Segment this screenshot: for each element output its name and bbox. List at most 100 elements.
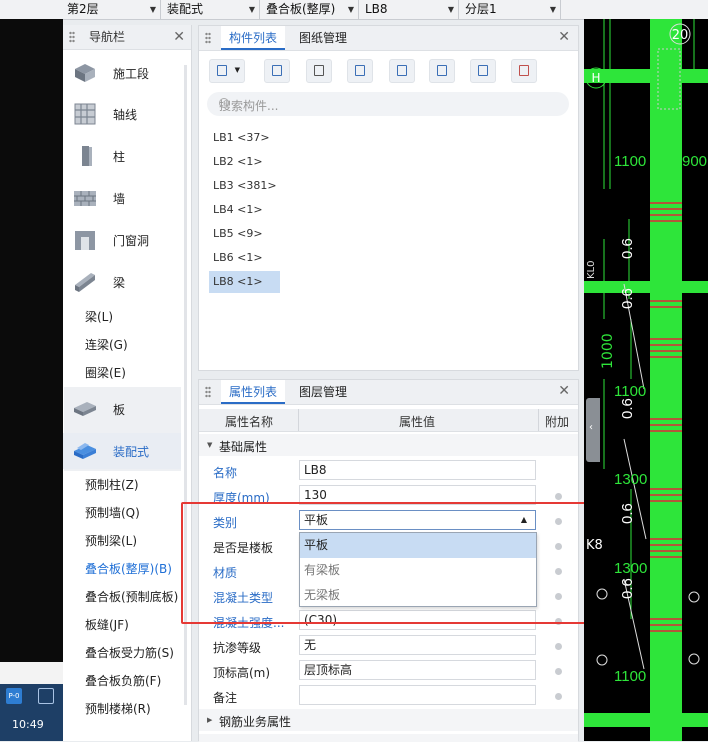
extra-checkbox[interactable]: [555, 493, 562, 500]
drag-grip-icon[interactable]: [205, 32, 211, 44]
slab-icon: [74, 402, 96, 416]
nav-subitem-prefab-wall[interactable]: 预制墙(Q): [85, 502, 140, 524]
group-basic-properties[interactable]: ▼ 基础属性: [199, 434, 578, 456]
component-type-select[interactable]: 叠合板(整厚) ▼: [262, 0, 359, 19]
close-icon[interactable]: ✕: [558, 29, 570, 45]
property-name: 备注: [213, 691, 238, 705]
nav-subitem-slab-negative-rebar[interactable]: 叠合板负筋(F): [85, 670, 161, 692]
drag-grip-icon[interactable]: [69, 31, 75, 43]
grid-label-20: 20: [672, 28, 689, 43]
filter-button[interactable]: [389, 59, 415, 83]
app-taskbar-label: P-0: [8, 692, 20, 700]
category-select-value: 装配式: [167, 2, 204, 16]
tab-component-list[interactable]: 构件列表: [221, 26, 286, 50]
list-item[interactable]: LB2 <1>: [209, 151, 267, 173]
properties-button[interactable]: [470, 59, 496, 83]
chevron-down-icon: ▼: [549, 5, 556, 14]
nav-item-label: 柱: [113, 150, 126, 164]
delete-button[interactable]: [306, 59, 332, 83]
layer-copy-button[interactable]: [347, 59, 373, 83]
list-item[interactable]: LB5 <9>: [209, 223, 267, 245]
column-divider: [298, 409, 299, 431]
dim-label-vertical: 0.6: [619, 288, 636, 309]
app-taskbar-icon[interactable]: P-0: [6, 688, 22, 704]
panel-collapse-handle[interactable]: ‹: [586, 398, 600, 462]
nav-item-column[interactable]: 柱: [63, 138, 181, 174]
nav-item-label: 板: [113, 403, 126, 417]
nav-subitem-prefab-stair[interactable]: 预制楼梯(R): [85, 698, 151, 720]
property-value-input[interactable]: 层顶标高: [299, 660, 536, 680]
floor-select[interactable]: 第2层 ▼: [63, 0, 161, 19]
construction-section-icon: [75, 64, 95, 82]
cad-drawing-canvas[interactable]: H 20 1100 900 1100 1300 1300 1100 0.6 0.…: [584, 19, 708, 741]
new-component-button[interactable]: ▼: [209, 59, 245, 83]
property-table-header: 属性名称 属性值 附加: [199, 409, 578, 432]
list-item[interactable]: LB3 <381>: [209, 175, 281, 197]
nav-subitem-composite-slab-full[interactable]: 叠合板(整厚)(B): [85, 558, 172, 580]
category-select[interactable]: 装配式 ▼: [163, 0, 260, 19]
component-select-value: LB8: [365, 2, 388, 16]
header-extra: 附加: [545, 415, 570, 429]
nav-item-axis[interactable]: 轴线: [63, 96, 181, 132]
nav-item-door-window[interactable]: 门窗洞: [63, 222, 181, 258]
component-type-select-value: 叠合板(整厚): [266, 2, 336, 16]
search-input[interactable]: 搜索构件...: [207, 92, 569, 116]
close-icon[interactable]: ✕: [558, 383, 570, 399]
nav-subitem-composite-slab-precast[interactable]: 叠合板(预制底板): [85, 586, 189, 608]
copy-button[interactable]: [264, 59, 290, 83]
component-select[interactable]: LB8 ▼: [361, 0, 459, 19]
highlight-annotation-box: [181, 502, 587, 624]
nav-subitem-beam[interactable]: 梁(L): [85, 306, 113, 328]
list-item[interactable]: LB1 <37>: [209, 127, 274, 149]
nav-subitem-prefab-column[interactable]: 预制柱(Z): [85, 474, 139, 496]
chevron-down-icon: ▼: [447, 5, 454, 14]
export-button[interactable]: [429, 59, 455, 83]
settings-button[interactable]: [511, 59, 537, 83]
group-rebar-properties[interactable]: ▶ 钢筋业务属性: [199, 709, 578, 731]
export-icon: [437, 65, 447, 76]
nav-subitem-slab-joint[interactable]: 板缝(JF): [85, 614, 129, 636]
list-icon: [478, 65, 488, 76]
tab-drawing-management[interactable]: 图纸管理: [291, 26, 355, 50]
dim-label: 1100: [614, 668, 646, 685]
layer-select[interactable]: 分层1 ▼: [461, 0, 561, 19]
nav-item-construction-section[interactable]: 施工段: [63, 55, 181, 91]
nav-item-beam[interactable]: 梁: [63, 264, 181, 300]
drag-grip-icon[interactable]: [205, 386, 211, 398]
floor-select-value: 第2层: [67, 2, 99, 16]
extra-checkbox[interactable]: [555, 693, 562, 700]
nav-item-prefab[interactable]: 装配式: [63, 433, 181, 469]
navigation-panel-header: 导航栏 ✕: [63, 25, 191, 50]
list-item[interactable]: LB6 <1>: [209, 247, 267, 269]
beam-icon: [75, 273, 95, 292]
property-value-input[interactable]: 无: [299, 635, 536, 655]
close-icon[interactable]: ✕: [173, 25, 185, 49]
dim-label: 1300: [614, 471, 647, 488]
nav-subitem-slab-main-rebar[interactable]: 叠合板受力筋(S): [85, 642, 174, 664]
property-value-input[interactable]: [299, 685, 536, 705]
tab-property-list[interactable]: 属性列表: [221, 380, 286, 404]
nav-subitem-coupling-beam[interactable]: 连梁(G): [85, 334, 128, 356]
chevron-down-icon: ▼: [149, 5, 156, 14]
new-file-icon: [217, 65, 227, 76]
nav-item-slab[interactable]: 板: [63, 391, 181, 427]
cad-tag: K8: [586, 538, 603, 553]
dim-label-vertical: 0.6: [619, 398, 636, 419]
property-row-remark: 备注: [199, 683, 578, 708]
window-taskbar-icon[interactable]: [38, 688, 54, 704]
property-panel-tabs: 属性列表 图层管理 ✕: [199, 380, 578, 405]
nav-subitem-prefab-beam[interactable]: 预制梁(L): [85, 530, 137, 552]
layer-select-value: 分层1: [465, 2, 497, 16]
list-item-selected[interactable]: LB8 <1>: [209, 271, 280, 293]
nav-item-wall[interactable]: 墙: [63, 180, 181, 216]
header-property-name: 属性名称: [225, 415, 274, 429]
extra-checkbox[interactable]: [555, 668, 562, 675]
extra-checkbox[interactable]: [555, 643, 562, 650]
tab-layer-management[interactable]: 图层管理: [291, 380, 355, 404]
nav-subitem-ring-beam[interactable]: 圈梁(E): [85, 362, 126, 384]
column-icon: [82, 146, 92, 166]
door-window-icon: [75, 231, 95, 250]
dim-label: 900: [682, 153, 707, 170]
list-item[interactable]: LB4 <1>: [209, 199, 267, 221]
property-value-input[interactable]: LB8: [299, 460, 536, 480]
